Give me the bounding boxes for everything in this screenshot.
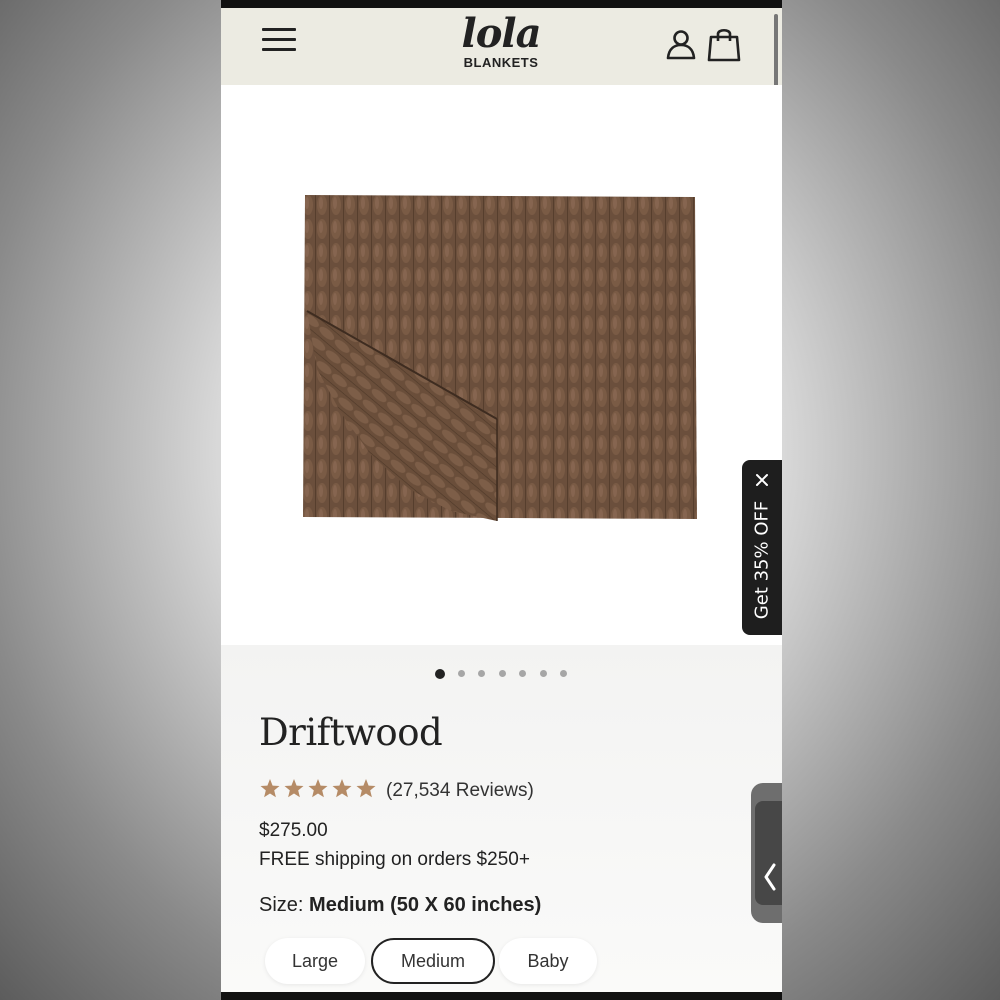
side-drawer-toggle[interactable] [751,783,782,923]
product-info: Driftwood (27,534 Reviews) $275.00 FREE … [221,645,782,992]
product-title: Driftwood [259,711,443,754]
size-label: Size: [259,894,304,916]
reviews-count-link[interactable]: (27,534 Reviews) [386,780,534,802]
discount-promo-tab[interactable]: Get 35% OFF [742,460,782,635]
logo-subtitle: BLANKETS [463,55,539,70]
side-drawer-handle [755,801,782,905]
star-rating-icon [260,779,376,798]
gallery-dot-7[interactable] [560,670,567,677]
promo-label: Get 35% OFF [751,500,773,620]
size-option-large[interactable]: Large [265,938,365,984]
gallery-dot-2[interactable] [458,670,465,677]
size-option-medium[interactable]: Medium [371,938,495,984]
gallery-dot-6[interactable] [540,670,547,677]
product-image-gallery[interactable] [221,85,782,645]
shipping-note: FREE shipping on orders $250+ [259,849,530,870]
shopping-bag-icon[interactable] [707,26,741,62]
gallery-dot-4[interactable] [499,670,506,677]
gallery-dot-3[interactable] [478,670,485,677]
brand-logo[interactable]: lola BLANKETS [441,11,561,75]
status-bar [221,0,782,8]
user-icon[interactable] [665,28,697,60]
hamburger-menu-icon[interactable] [262,28,296,52]
size-option-baby[interactable]: Baby [499,938,597,984]
product-price: $275.00 [259,820,328,841]
close-icon[interactable] [754,472,770,488]
chevron-left-icon [764,863,776,891]
gallery-dot-1[interactable] [435,669,445,679]
bottom-bar [221,992,782,1000]
logo-wordmark: lola [461,10,542,57]
product-image[interactable] [301,193,701,523]
size-value: Medium (50 X 60 inches) [309,894,542,916]
gallery-pagination [221,669,782,682]
selected-size-line: Size: Medium (50 X 60 inches) [259,894,541,917]
gallery-dot-5[interactable] [519,670,526,677]
site-header: lola BLANKETS [221,8,782,86]
phone-screen: lola BLANKETS Driftwood (27,534 Reviews)… [221,0,782,1000]
